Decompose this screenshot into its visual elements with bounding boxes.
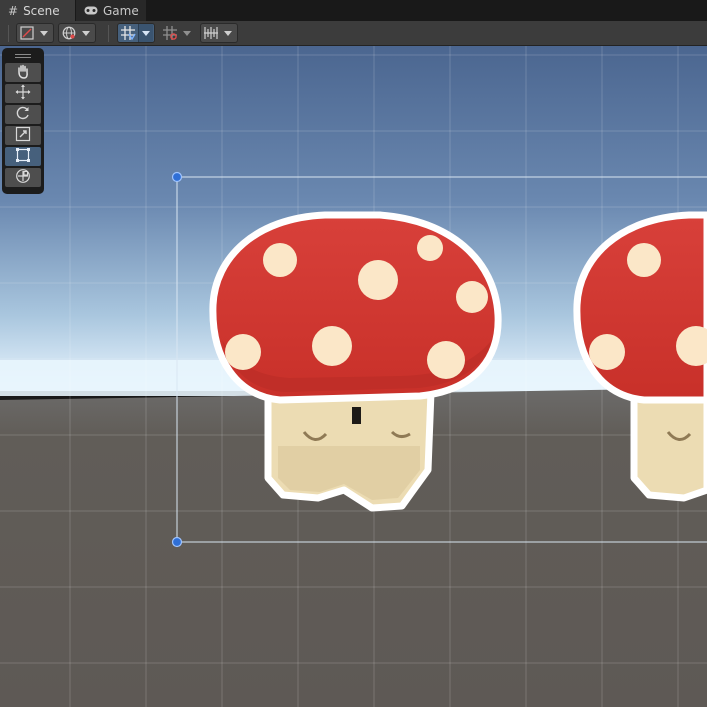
gamepad-icon (84, 5, 98, 17)
chevron-down-icon (37, 24, 51, 42)
tab-game-label: Game (103, 3, 139, 18)
tab-scene-label: Scene (23, 3, 60, 18)
tab-scene[interactable]: # Scene (0, 0, 75, 21)
grid-snap-icon (118, 24, 138, 42)
chevron-down-icon (138, 24, 153, 42)
grid-snapping-toggle[interactable] (117, 23, 155, 43)
scene-toolbar (0, 21, 707, 46)
rect-tool[interactable] (5, 147, 41, 166)
toolbar-divider (8, 25, 9, 42)
tab-game[interactable]: Game (76, 0, 146, 21)
scene-effects-dropdown[interactable] (58, 23, 96, 43)
draw-mode-icon (17, 24, 37, 42)
move-arrows-icon (15, 84, 31, 104)
scale-icon (15, 126, 31, 146)
rotate-tool[interactable] (5, 105, 41, 124)
rotate-icon (15, 105, 31, 125)
scene-canvas[interactable] (0, 46, 707, 707)
snap-settings-icon (201, 24, 221, 42)
rect-transform-icon (15, 147, 31, 167)
globe-icon (59, 24, 79, 42)
chevron-down-icon (221, 24, 235, 42)
tools-overlay (2, 48, 44, 194)
grid-hash-icon: # (8, 3, 19, 18)
mushroom-stem (630, 388, 707, 502)
chevron-down-icon (180, 24, 194, 42)
increment-snap-toggle[interactable] (159, 23, 197, 43)
resize-handle[interactable] (171, 171, 183, 183)
transform-tool[interactable] (5, 168, 41, 187)
draw-mode-dropdown[interactable] (16, 23, 54, 43)
scene-viewport[interactable] (0, 46, 707, 707)
chevron-down-icon (79, 24, 93, 42)
hand-icon (15, 63, 31, 83)
drag-handle-icon[interactable] (5, 51, 41, 61)
window-tab-bar: # Scene Game (0, 0, 707, 21)
hand-tool[interactable] (5, 63, 41, 82)
transform-icon (15, 168, 31, 188)
scale-tool[interactable] (5, 126, 41, 145)
increment-snap-icon (160, 24, 180, 42)
toolbar-divider (108, 25, 109, 42)
snap-settings-dropdown[interactable] (200, 23, 238, 43)
resize-handle[interactable] (171, 536, 183, 548)
mushroom-eye (352, 407, 361, 424)
move-tool[interactable] (5, 84, 41, 103)
